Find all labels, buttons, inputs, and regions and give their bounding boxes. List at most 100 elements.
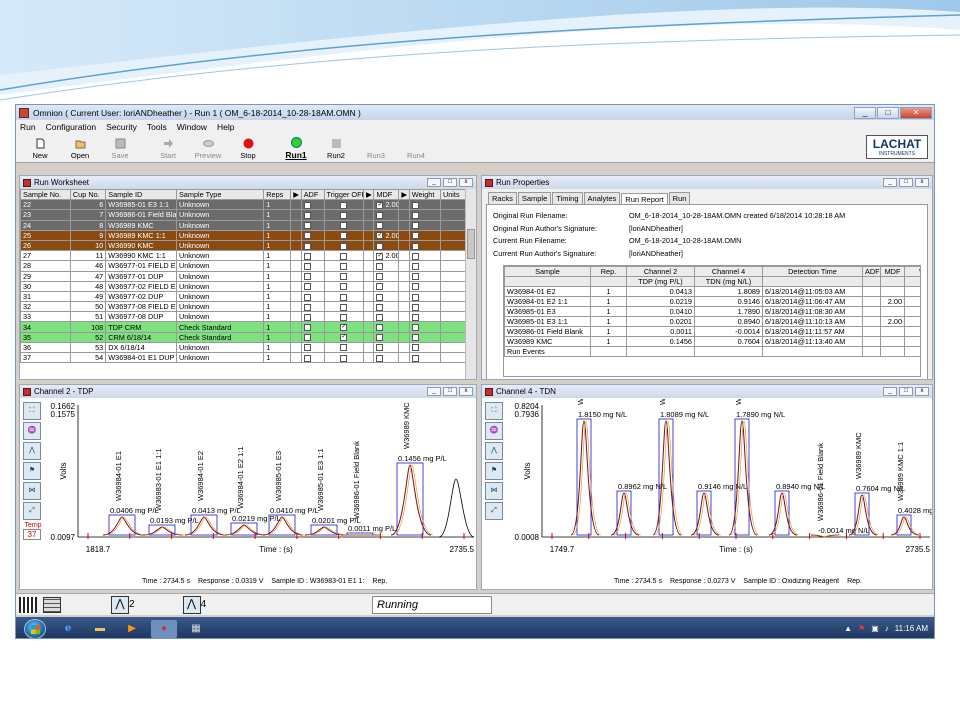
report-column-header[interactable]: Channel 4 [694,266,763,277]
trigger-off-checkbox[interactable] [340,232,348,240]
adf-checkbox[interactable] [303,273,311,281]
trigger-off-checkbox[interactable] [340,212,348,220]
menu-window[interactable]: Window [177,122,207,132]
sample-type-cell[interactable]: Unknown [175,351,265,364]
report-column-header[interactable]: MDF [880,266,905,277]
reps-cell[interactable]: 1 [263,351,292,364]
reps-cell[interactable]: 1 [263,199,292,211]
calculator-icon[interactable]: ▦ [183,620,209,638]
adf-checkbox[interactable] [303,324,311,332]
reps-cell[interactable]: 1 [263,341,292,354]
run4-button[interactable]: Run4 [396,138,436,160]
adf-checkbox[interactable] [303,293,311,301]
reps-cell[interactable]: 1 [263,301,292,313]
reps-cell[interactable]: 1 [263,239,292,252]
mdf-checkbox[interactable] [376,354,384,362]
trigger-off-checkbox[interactable] [340,344,348,352]
ie-icon[interactable]: e [55,620,81,638]
panel-minimize-button[interactable]: _ [427,178,441,187]
worksheet-column-header[interactable]: ▶ [398,189,410,201]
menu-tools[interactable]: Tools [147,122,167,132]
stop-button[interactable]: Stop [228,138,268,160]
panel-close-button[interactable]: x [459,387,473,396]
cup-no-cell[interactable]: 108 [69,321,107,333]
sample-type-cell[interactable]: Unknown [175,260,265,272]
minimize-button[interactable]: _ [854,106,876,119]
worksheet-column-header[interactable]: Units [439,189,467,201]
peak-overlay-icon[interactable]: ⋈ [485,482,503,500]
reps-cell[interactable]: 1 [263,209,292,221]
media-player-icon[interactable]: ▶ [119,620,145,638]
weight-checkbox[interactable] [411,273,419,281]
worksheet-column-header[interactable]: Cup No. [69,189,107,201]
sample-id-cell[interactable]: W36990 KMC [105,239,177,252]
worksheet-row[interactable]: 33 51 W36977-08 DUP Unknown 1 [20,311,467,323]
menu-help[interactable]: Help [217,122,234,132]
mdf-checkbox[interactable] [376,334,384,342]
sample-type-cell[interactable]: Unknown [175,311,265,323]
mdf-checkbox[interactable]: ✓ [376,201,384,209]
mdf-checkbox[interactable] [376,242,384,250]
peak-select-icon[interactable]: ♒ [485,422,503,440]
sample-id-cell[interactable]: W36977-02 FIELD E [105,280,177,292]
weight-checkbox[interactable] [411,201,419,209]
peak-baseline-icon[interactable]: ⋀ [23,442,41,460]
sample-id-cell[interactable]: W36984-01 E1 DUP [105,351,177,364]
cup-no-cell[interactable]: 51 [69,311,107,323]
adf-checkbox[interactable] [303,334,311,342]
report-row[interactable]: W36986-01 Field Blank 1 0.0011 -0.0014 6/18/… [504,326,920,337]
peak-flag-icon[interactable]: ⚑ [485,462,503,480]
adf-checkbox[interactable] [303,242,311,250]
trigger-off-checkbox[interactable] [340,273,348,281]
mdf-checkbox[interactable] [376,313,384,321]
sample-type-cell[interactable]: Unknown [175,270,265,282]
sample-id-cell[interactable]: W36977-08 DUP [105,311,177,323]
sample-type-cell[interactable]: Unknown [175,229,265,241]
worksheet-row[interactable]: 35 52 CRM 6/18/14 Check Standard 1 ✓ [20,331,467,343]
panel-close-button[interactable]: x [915,178,929,187]
adf-checkbox[interactable] [303,262,311,270]
trigger-off-checkbox[interactable] [340,201,348,209]
cup-no-cell[interactable]: 46 [69,260,107,272]
panel-restore-button[interactable]: □ [443,387,457,396]
trigger-off-checkbox[interactable] [340,242,348,250]
weight-checkbox[interactable] [411,283,419,291]
cup-no-cell[interactable]: 47 [69,270,107,282]
reps-cell[interactable]: 1 [263,250,292,262]
reps-cell[interactable]: 1 [263,331,292,343]
worksheet-row[interactable]: 24 8 W36989 KMC Unknown 1 [20,219,467,231]
sample-id-cell[interactable]: DX 6/18/14 [105,341,177,354]
worksheet-row[interactable]: 32 50 W36977-08 FIELD E Unknown 1 [20,301,467,313]
adf-checkbox[interactable] [303,344,311,352]
run2-button[interactable]: Run2 [316,138,356,160]
weight-checkbox[interactable] [411,212,419,220]
trigger-off-checkbox[interactable] [340,303,348,311]
sample-id-cell[interactable]: W36985-01 E3 1:1 [105,199,177,211]
cup-no-cell[interactable]: 53 [69,341,107,354]
maximize-button[interactable]: □ [877,106,899,119]
worksheet-column-header[interactable]: Sample ID [105,189,177,201]
worksheet-scrollbar[interactable] [465,189,476,379]
tray-arrow-icon[interactable]: ▲ [844,624,852,633]
sample-id-cell[interactable]: W36990 KMC 1:1 [105,250,177,262]
trigger-off-checkbox[interactable]: ✓ [340,334,348,342]
worksheet-column-header[interactable]: Sample No. [20,189,71,201]
grid-view-icon[interactable] [19,596,37,613]
adf-checkbox[interactable] [303,252,311,260]
panel-restore-button[interactable]: □ [899,178,913,187]
trigger-off-checkbox[interactable]: ✓ [340,324,348,332]
tab-analytes[interactable]: Analytes [583,192,621,204]
list-view-icon[interactable] [43,596,61,613]
worksheet-row[interactable]: 30 48 W36977-02 FIELD E Unknown 1 [20,280,467,292]
calibration-icon[interactable]: ⤢ [485,502,503,520]
mdf-checkbox[interactable] [376,222,384,230]
trigger-off-checkbox[interactable] [340,252,348,260]
worksheet-column-header[interactable]: ADF [300,189,325,201]
panel-restore-button[interactable]: □ [443,178,457,187]
calibration-icon[interactable]: ⤢ [23,502,41,520]
reps-cell[interactable]: 1 [263,290,292,303]
panel-close-button[interactable]: x [915,387,929,396]
tab-racks[interactable]: Racks [488,192,517,204]
channel2-peak-icon[interactable]: ⋀ [111,595,129,614]
worksheet-row[interactable]: 26 10 W36990 KMC Unknown 1 [20,239,467,252]
